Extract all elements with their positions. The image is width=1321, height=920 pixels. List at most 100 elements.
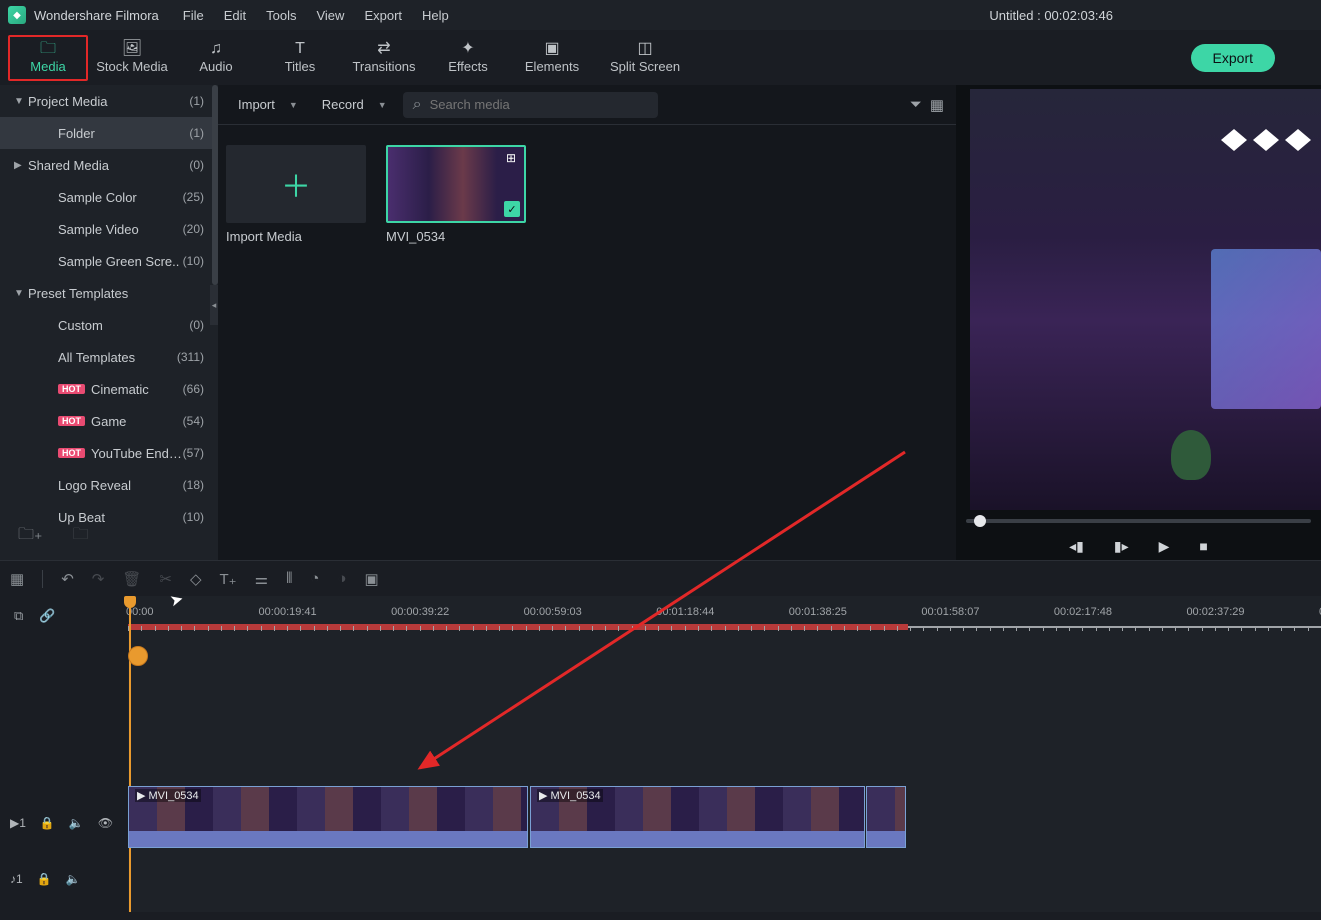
grid-view-icon[interactable]: ▦ <box>930 96 944 114</box>
elements-icon: ▣ <box>544 41 559 57</box>
stop-button[interactable]: ■ <box>1199 538 1207 554</box>
adjust-button[interactable]: ⚌ <box>255 570 268 588</box>
text-button[interactable]: T₊ <box>220 570 237 588</box>
tab-stock-media[interactable]: 🖼 Stock Media <box>92 35 172 81</box>
play-button[interactable]: ▶ <box>1159 538 1170 555</box>
hot-badge: HOT <box>58 448 85 458</box>
audio-track-icon[interactable]: ♪1 <box>10 872 23 886</box>
menu-view[interactable]: View <box>316 8 344 23</box>
timeline-clip[interactable] <box>866 786 906 848</box>
sidebar-item-9[interactable]: HOTCinematic(66) <box>0 373 218 405</box>
menu-export[interactable]: Export <box>364 8 402 23</box>
sidebar-item-count: (66) <box>183 382 204 396</box>
link-icon[interactable]: 🔗 <box>39 608 55 624</box>
clip-thumbnail: ⊞ ✓ <box>386 145 526 223</box>
sidebar-item-label: YouTube Endscr.. <box>91 446 183 461</box>
prev-frame-button[interactable]: ◂▮ <box>1069 538 1084 555</box>
speed-button[interactable]: ◔ <box>310 570 319 587</box>
timeline-tracks[interactable]: ▶ MVI_0534▶ MVI_0534 <box>128 636 1321 912</box>
sidebar-item-5[interactable]: Sample Green Scre..(10) <box>0 245 218 277</box>
import-dropdown[interactable]: Import ▼ <box>230 93 306 116</box>
mute-icon[interactable]: 🔈 <box>69 816 84 830</box>
filter-icon[interactable]: ⏷ <box>910 96 922 113</box>
app-title: Wondershare Filmora <box>34 8 159 23</box>
search-input[interactable] <box>430 97 649 112</box>
tab-effects[interactable]: ✦ Effects <box>428 35 508 81</box>
redo-button[interactable]: ↷ <box>92 570 105 588</box>
transitions-icon: ⇄ <box>377 41 390 57</box>
timeline-ruler[interactable]: 00:0000:00:19:4100:00:39:2200:00:59:0300… <box>128 606 1321 632</box>
chevron-down-icon: ▼ <box>289 100 298 110</box>
lock-icon[interactable]: 🔒 <box>40 816 55 830</box>
tab-titles-label: Titles <box>285 59 316 74</box>
hot-badge: HOT <box>58 384 85 394</box>
layout-icon[interactable]: ▦ <box>10 570 24 588</box>
sidebar-item-12[interactable]: Logo Reveal(18) <box>0 469 218 501</box>
tab-media[interactable]: 🗀 Media <box>8 35 88 81</box>
sidebar-item-0[interactable]: ▼Project Media(1) <box>0 85 218 117</box>
tab-elements[interactable]: ▣ Elements <box>512 35 592 81</box>
tab-transitions-label: Transitions <box>352 59 415 74</box>
import-media-card[interactable]: ＋ Import Media <box>226 145 366 244</box>
stock-icon: 🖼 <box>122 41 142 57</box>
seek-bar[interactable] <box>966 519 1311 523</box>
sidebar-item-label: Folder <box>58 126 189 141</box>
sidebar-item-8[interactable]: All Templates(311) <box>0 341 218 373</box>
media-clip-card[interactable]: ⊞ ✓ MVI_0534 <box>386 145 526 244</box>
tab-audio[interactable]: ♫ Audio <box>176 35 256 81</box>
sidebar-item-count: (1) <box>189 94 204 108</box>
marker-button[interactable]: ◇ <box>190 570 202 588</box>
preview-canvas[interactable] <box>970 89 1321 510</box>
timeline-clip[interactable]: ▶ MVI_0534 <box>530 786 865 848</box>
collapse-sidebar-handle[interactable]: ◂ <box>210 285 218 325</box>
undo-button[interactable]: ↶ <box>61 570 74 588</box>
sidebar-item-3[interactable]: Sample Color(25) <box>0 181 218 213</box>
check-icon: ✓ <box>504 201 520 217</box>
eye-icon[interactable]: 👁 <box>98 816 113 830</box>
menu-edit[interactable]: Edit <box>224 8 246 23</box>
cut-button[interactable]: ✂ <box>159 570 172 588</box>
sidebar-item-4[interactable]: Sample Video(20) <box>0 213 218 245</box>
new-folder-icon[interactable]: 🗀₊ <box>18 523 42 550</box>
sidebar-item-7[interactable]: Custom(0) <box>0 309 218 341</box>
clip-menu-icon[interactable]: ⊞ <box>506 151 520 165</box>
audio-icon: ♫ <box>210 41 222 57</box>
tab-transitions[interactable]: ⇄ Transitions <box>344 35 424 81</box>
tab-effects-label: Effects <box>448 59 488 74</box>
sidebar-item-count: (54) <box>183 414 204 428</box>
step-button[interactable]: ▮▸ <box>1114 538 1129 555</box>
search-box[interactable]: ⌕ <box>403 92 659 118</box>
export-button[interactable]: Export <box>1191 44 1275 72</box>
lock-icon[interactable]: 🔒 <box>37 872 52 886</box>
ruler-label: 00:00:39:22 <box>391 606 449 618</box>
audio-button[interactable]: ⫴ <box>286 570 292 587</box>
sidebar-item-count: (10) <box>183 254 204 268</box>
menu-help[interactable]: Help <box>422 8 449 23</box>
sidebar-item-count: (311) <box>177 350 204 364</box>
record-dropdown[interactable]: Record ▼ <box>314 93 395 116</box>
snap-icon[interactable]: ⧉ <box>14 608 23 624</box>
sidebar-item-6[interactable]: ▼Preset Templates <box>0 277 218 309</box>
sidebar-item-label: Logo Reveal <box>58 478 183 493</box>
track-lock-indicator[interactable] <box>128 646 148 666</box>
seek-knob[interactable] <box>974 515 986 527</box>
menu-file[interactable]: File <box>183 8 204 23</box>
sidebar-item-label: Shared Media <box>28 158 189 173</box>
sidebar-item-10[interactable]: HOTGame(54) <box>0 405 218 437</box>
timeline-clip[interactable]: ▶ MVI_0534 <box>128 786 528 848</box>
sidebar-item-11[interactable]: HOTYouTube Endscr..(57) <box>0 437 218 469</box>
hot-badge: HOT <box>58 416 85 426</box>
folder-icon[interactable]: 🗀 <box>72 523 88 550</box>
delete-button[interactable]: 🗑 <box>122 570 141 588</box>
sidebar-item-2[interactable]: ▶Shared Media(0) <box>0 149 218 181</box>
tab-titles[interactable]: T Titles <box>260 35 340 81</box>
render-button[interactable]: ▣ <box>365 570 379 588</box>
sidebar-item-label: Sample Color <box>58 190 183 205</box>
sidebar-item-1[interactable]: Folder(1) <box>0 117 218 149</box>
color-button[interactable]: ◑ <box>337 570 346 587</box>
video-track-icon[interactable]: ▶1 <box>10 816 26 830</box>
mute-icon[interactable]: 🔈 <box>66 872 81 886</box>
menu-tools[interactable]: Tools <box>266 8 296 23</box>
sidebar-item-count: (0) <box>189 318 204 332</box>
tab-split-screen[interactable]: ◫ Split Screen <box>596 35 694 81</box>
